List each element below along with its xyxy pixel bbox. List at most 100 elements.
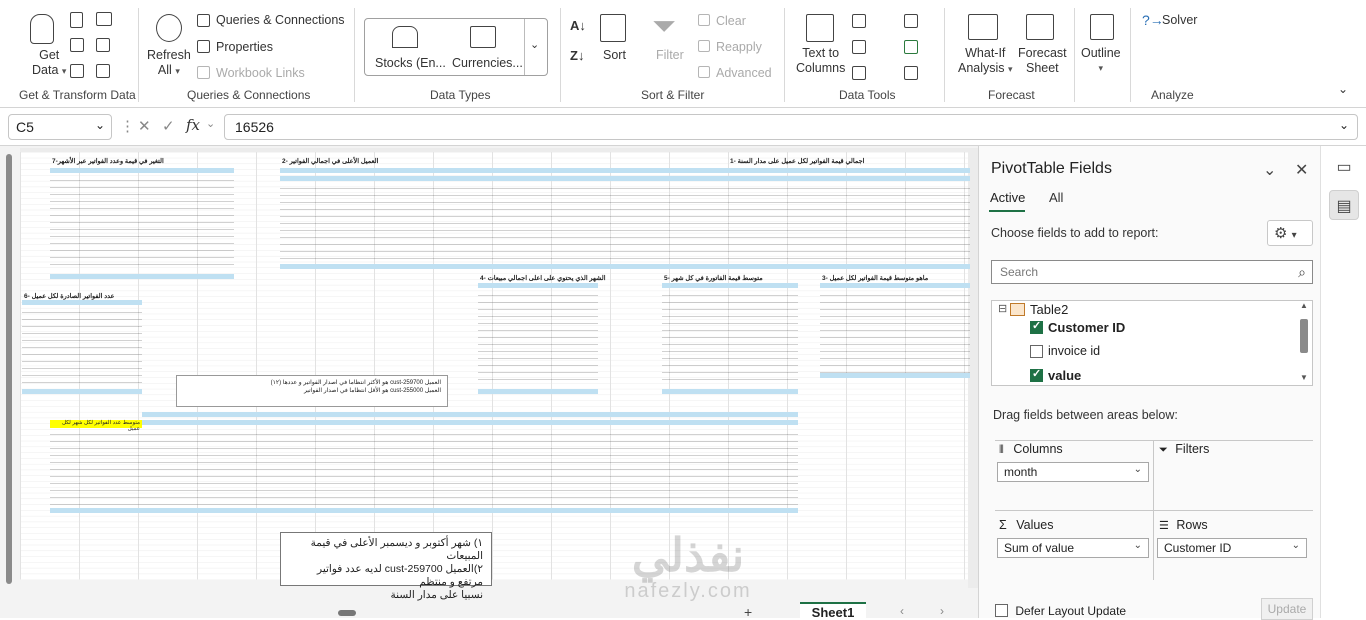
pivot-header-bar xyxy=(22,300,142,305)
separator xyxy=(944,8,945,102)
reapply-button[interactable]: Reapply xyxy=(716,40,762,54)
pivot-table-5[interactable] xyxy=(662,289,798,385)
existing-connections-icon[interactable] xyxy=(70,64,84,78)
from-text-icon[interactable] xyxy=(70,12,83,28)
sort-za-icon[interactable]: Z↓ xyxy=(570,48,584,63)
sort-az-icon[interactable]: A↓ xyxy=(570,18,586,33)
pivot-table-6[interactable] xyxy=(22,306,142,388)
from-picture-icon[interactable] xyxy=(96,64,110,78)
field-checkbox-customer-id[interactable] xyxy=(1030,319,1043,334)
field-invoice-id[interactable]: invoice id xyxy=(1048,344,1100,358)
collapse-ribbon-icon[interactable]: ⌄ xyxy=(1338,82,1348,96)
remove-duplicates-icon[interactable] xyxy=(852,40,866,54)
filter-icon: ⏷ xyxy=(1159,444,1168,456)
pivot-total-bar xyxy=(50,508,798,513)
name-box[interactable]: C5 ⌄ xyxy=(8,114,112,140)
scroll-up-icon[interactable]: ▲ xyxy=(1300,301,1308,310)
scroll-left-icon[interactable]: ‹ xyxy=(900,604,904,618)
field-value[interactable]: value xyxy=(1048,368,1081,383)
queries-connections-button[interactable]: Queries & Connections xyxy=(216,13,345,27)
pivot-title-4: الشهر الذي يحتوي على اعلى اجمالي مبيعات … xyxy=(480,275,606,282)
sort-button[interactable]: Sort xyxy=(603,48,626,62)
rows-field-customer-id[interactable]: Customer ID ⌄ xyxy=(1157,538,1307,558)
advanced-filter-icon xyxy=(698,66,710,78)
horizontal-scrollbar[interactable] xyxy=(338,610,356,616)
field-checkbox-invoice-id[interactable] xyxy=(1030,345,1043,358)
enter-icon[interactable]: ✓ xyxy=(162,117,175,135)
note-box-small[interactable]: العميل cust-259700 هو الأكثر انتظاما في … xyxy=(176,375,448,407)
values-field-sum-of-value[interactable]: Sum of value ⌄ xyxy=(997,538,1149,558)
data-validation-icon[interactable] xyxy=(852,66,866,80)
field-checkbox-value[interactable] xyxy=(1030,367,1043,382)
consolidate-icon[interactable] xyxy=(904,14,918,28)
field-list-scrollbar[interactable]: ▲ ▼ xyxy=(1300,301,1308,382)
refresh-all-button[interactable]: Refresh All ▾ xyxy=(147,48,191,79)
update-button[interactable]: Update xyxy=(1261,598,1313,620)
from-web-icon[interactable] xyxy=(96,12,112,26)
defer-checkbox[interactable] xyxy=(995,604,1008,617)
defer-layout-update[interactable]: Defer Layout Update xyxy=(995,602,1126,618)
vertical-scrollbar[interactable] xyxy=(6,154,12,584)
outline-button[interactable]: Outline ▾ xyxy=(1081,46,1121,76)
advanced-button[interactable]: Advanced xyxy=(716,66,772,80)
pivot-total-bar xyxy=(50,274,234,279)
separator xyxy=(784,8,785,102)
pivot-fields-icon[interactable]: ▤ xyxy=(1329,190,1359,220)
pivot-title-6: عدد الفواتير الصادرة لكل عميل -6 xyxy=(24,293,115,300)
insert-function-icon[interactable]: fx xyxy=(186,116,200,134)
properties-button[interactable]: Properties xyxy=(216,40,273,54)
solver-button[interactable]: Solver xyxy=(1162,13,1197,27)
currencies-button[interactable]: Currencies... xyxy=(452,56,523,70)
cancel-icon[interactable]: ✕ xyxy=(138,117,151,135)
stocks-button[interactable]: Stocks (En... xyxy=(375,56,446,70)
forecast-sheet-button[interactable]: Forecast Sheet xyxy=(1018,46,1067,76)
get-data-button[interactable]: Get Data ▾ xyxy=(32,48,66,79)
group-label-get-transform: Get & Transform Data xyxy=(19,88,136,102)
tab-all[interactable]: All xyxy=(1049,190,1063,205)
yellow-label-cell[interactable]: متوسط عدد الفواتير لكل شهر لكل عميل xyxy=(50,420,142,432)
field-customer-id[interactable]: Customer ID xyxy=(1048,320,1125,335)
worksheet[interactable]: اجمالي قيمة الفواتير لكل عميل على مدار ا… xyxy=(0,146,978,620)
pivot-total-bar xyxy=(22,389,142,394)
values-area-label: Σ Values xyxy=(999,518,1054,532)
columns-field-month[interactable]: month ⌄ xyxy=(997,462,1149,482)
workbook-links-button[interactable]: Workbook Links xyxy=(216,66,305,80)
pivot-table-bottom[interactable] xyxy=(50,428,798,508)
pivot-total-bar xyxy=(820,373,970,378)
manage-data-model-icon[interactable] xyxy=(904,66,918,80)
pivot-table-1[interactable] xyxy=(280,182,970,266)
from-table-icon[interactable] xyxy=(70,38,84,52)
panel-toggle-icon[interactable]: ▭ xyxy=(1329,152,1359,182)
what-if-icon xyxy=(968,14,998,40)
formula-input[interactable]: 16526 ⌄ xyxy=(224,114,1358,140)
close-icon[interactable]: ✕ xyxy=(1295,160,1308,180)
group-label-sort-filter: Sort & Filter xyxy=(641,88,705,102)
pivot-table-7[interactable] xyxy=(50,174,234,270)
flash-fill-icon[interactable] xyxy=(852,14,866,28)
tab-active[interactable]: Active xyxy=(990,190,1025,205)
chevron-down-icon[interactable]: ⌄ xyxy=(1263,160,1276,180)
formula-controls: ⋮ ✕ ✓ fx ⌄ xyxy=(118,114,222,140)
chevron-down-icon: ▾ xyxy=(1098,63,1104,73)
pivot-table-3[interactable] xyxy=(820,289,970,373)
sheet-tab-sheet1[interactable]: Sheet1 xyxy=(800,602,866,620)
data-types-more-icon[interactable]: ⌄ xyxy=(530,38,539,51)
recent-sources-icon[interactable] xyxy=(96,38,110,52)
separator xyxy=(560,8,561,102)
field-search-input[interactable]: Search ⌕ xyxy=(991,260,1313,284)
collapse-toggle-icon[interactable]: ⊟ xyxy=(998,302,1007,315)
pivot-table-4[interactable] xyxy=(478,289,598,385)
expand-formula-icon[interactable]: ⌄ xyxy=(1339,118,1349,132)
field-settings-button[interactable]: ⚙ ▾ xyxy=(1267,220,1313,246)
clear-icon xyxy=(698,14,710,26)
tab-indicator xyxy=(989,210,1025,212)
scroll-right-icon[interactable]: › xyxy=(940,604,944,618)
note-box-large[interactable]: ١) شهر أكتوبر و ديسمبر الأعلى في قيمة ال… xyxy=(280,532,492,601)
more-icon: ⋮ xyxy=(120,118,135,135)
what-if-analysis-button[interactable]: What-If Analysis ▾ xyxy=(958,46,1013,77)
filter-button[interactable]: Filter xyxy=(656,48,684,62)
scroll-down-icon[interactable]: ▼ xyxy=(1300,373,1308,382)
relationships-icon[interactable] xyxy=(904,40,918,54)
text-to-columns-button[interactable]: Text to Columns xyxy=(796,46,845,76)
clear-button[interactable]: Clear xyxy=(716,14,746,28)
